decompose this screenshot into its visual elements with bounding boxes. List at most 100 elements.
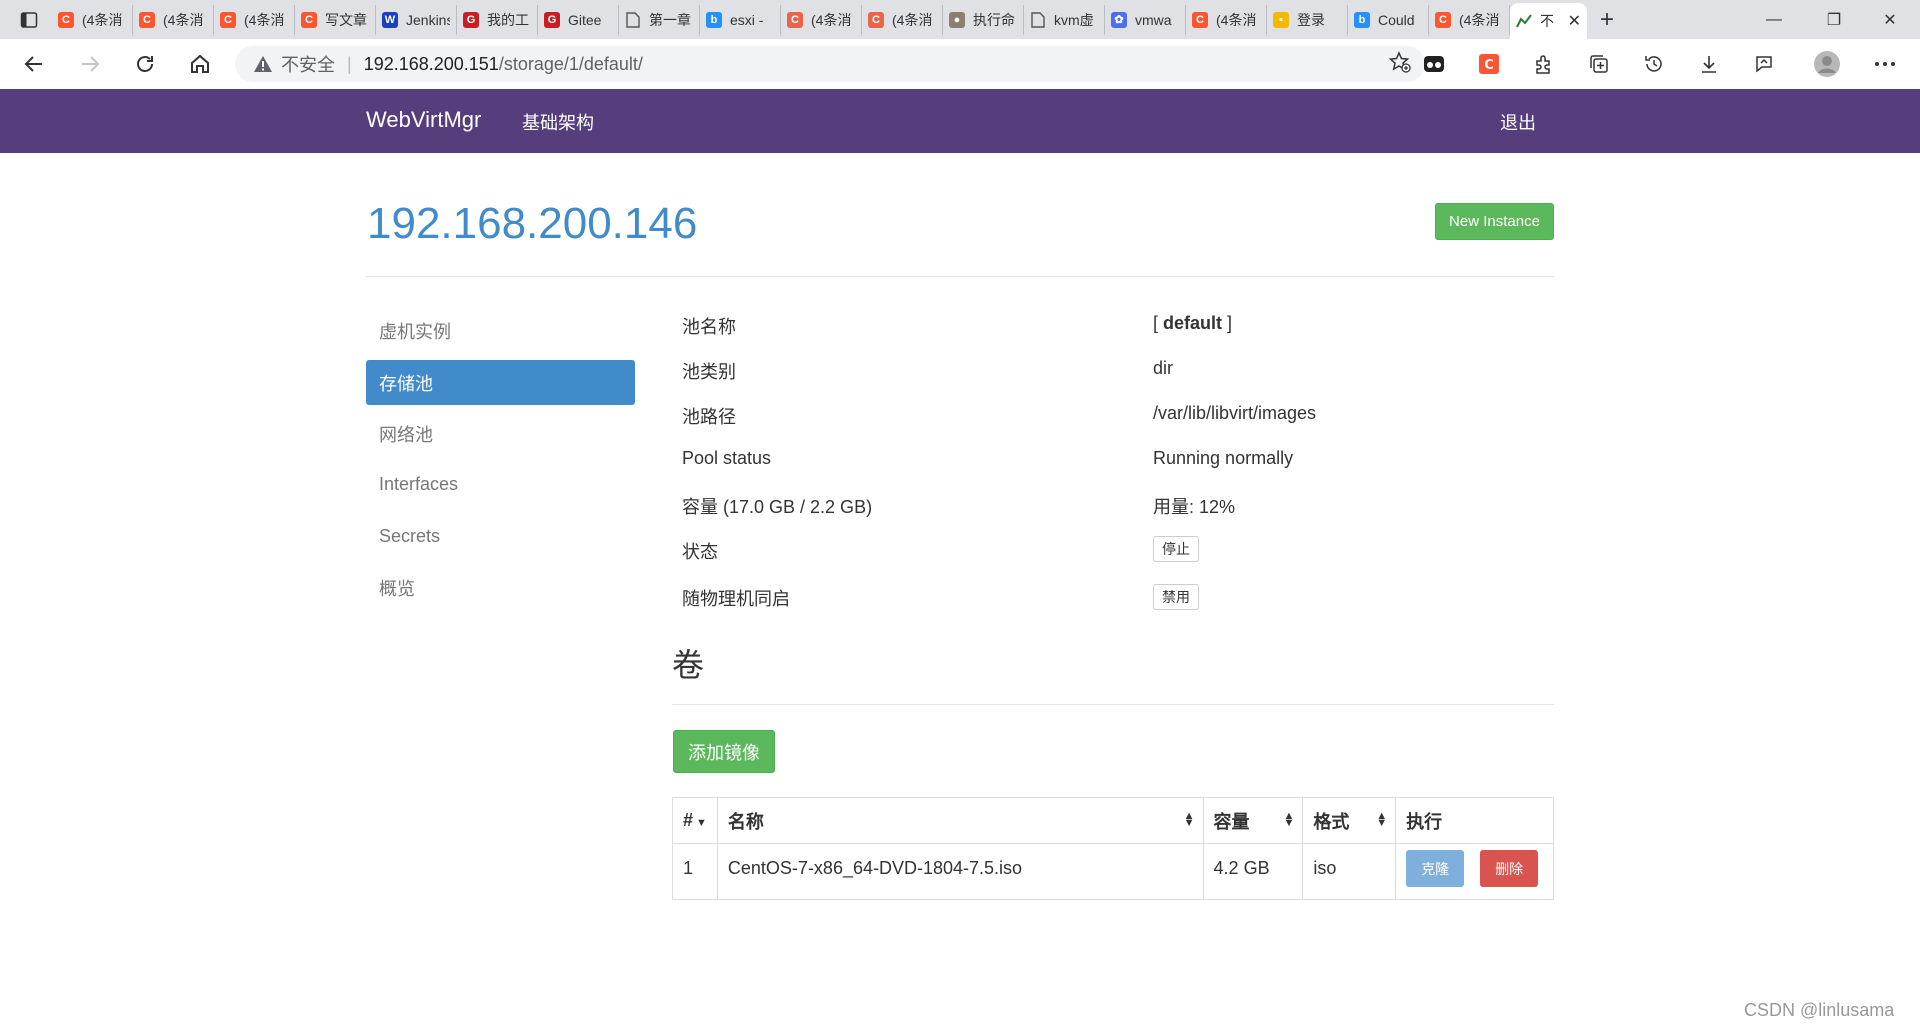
new-tab-button[interactable]: + [1587, 5, 1627, 35]
restore-icon[interactable]: ❐ [1806, 0, 1862, 39]
browser-tab[interactable]: C (4条消 [781, 4, 862, 35]
history-icon[interactable] [1641, 51, 1667, 77]
col-number-header[interactable]: # ▼ [672, 797, 718, 844]
browser-tab[interactable]: C (4条消 [133, 4, 214, 35]
bracket-open: [ [1153, 313, 1164, 333]
collections-icon[interactable] [1586, 51, 1612, 77]
puzzle-extensions-icon[interactable] [1531, 51, 1557, 77]
pool-name: default [1163, 313, 1223, 333]
address-bar[interactable]: 不安全 | 192.168.200.151/storage/1/default/ [235, 46, 1425, 82]
browser-tab[interactable]: G Gitee [538, 4, 619, 35]
tile-icon: ▪ [1273, 11, 1289, 28]
col-number-label: # [683, 810, 694, 830]
window-close-icon[interactable]: ✕ [1862, 0, 1918, 39]
volume-size: 4.2 GB [1202, 843, 1304, 900]
add-image-button[interactable]: 添加镜像 [673, 730, 775, 773]
browser-tab-label: (4条消 [892, 11, 933, 28]
profile-avatar-icon[interactable] [1814, 51, 1840, 77]
sidebar-item[interactable]: 概览 [366, 565, 635, 610]
col-name-header[interactable]: 名称 ▲ ▼ [716, 797, 1204, 844]
divider [672, 704, 1554, 705]
url-text[interactable]: 192.168.200.151/storage/1/default/ [364, 54, 643, 75]
browser-tab[interactable]: C (4条消 [1186, 4, 1267, 35]
browser-tab[interactable]: ● 执行命 [943, 4, 1024, 35]
back-icon[interactable] [18, 48, 50, 80]
insecure-label: 不安全 [281, 55, 335, 75]
browser-tab-label: (4条消 [811, 11, 852, 28]
browser-tab[interactable]: C 写文章 [295, 4, 376, 35]
divider [366, 276, 1554, 277]
bing-icon: b [706, 11, 722, 28]
more-menu-icon[interactable] [1872, 51, 1898, 77]
browser-tab[interactable]: ✿ vmwa [1105, 4, 1186, 35]
browser-tab-label: (4条消 [1216, 11, 1257, 28]
disable-autostart-button[interactable]: 禁用 [1153, 584, 1199, 610]
csdn-extension-icon[interactable]: C [1476, 51, 1502, 77]
browser-tab[interactable]: G 我的工 [457, 4, 538, 35]
pool-path-label: 池路径 [682, 407, 736, 427]
sort-icon: ▲ ▼ [1283, 810, 1295, 829]
downloads-icon[interactable] [1696, 51, 1722, 77]
browser-tab-label: Could [1378, 11, 1415, 28]
forward-icon[interactable] [74, 48, 106, 80]
browser-tab-label: 执行命 [973, 11, 1015, 28]
browser-tab-strip: C (4条消 C (4条消 C (4条消 C 写文章 W Jenkins G 我的工 G Gitee 第一章… [0, 0, 1920, 39]
close-tab-icon[interactable]: ✕ [1568, 11, 1581, 31]
csdn-icon: C [1435, 11, 1451, 28]
tab-actions-icon[interactable] [14, 5, 44, 35]
volumes-table: # ▼ 名称 ▲ ▼ 容量 ▲ ▼ 格式 ▲ ▼ 执行 1 CentOS-7-x86_64-D… [672, 797, 1554, 900]
browser-tab-label: Gitee [568, 11, 602, 28]
browser-tab[interactable]: C (4条消 [1429, 4, 1510, 35]
sidebar-item[interactable]: Secrets [366, 514, 635, 559]
browser-tab[interactable]: kvm虚 [1024, 4, 1105, 35]
browser-tab-label: Jenkins [406, 11, 450, 28]
browser-tab[interactable]: b Could [1348, 4, 1429, 35]
active-tab[interactable]: 不 ✕ [1510, 3, 1587, 39]
col-name-label: 名称 [727, 811, 764, 832]
col-format-header[interactable]: 格式 ▲ ▼ [1302, 797, 1397, 844]
brand-link[interactable]: WebVirtMgr [366, 107, 481, 133]
clone-button[interactable]: 克隆 [1406, 850, 1465, 887]
browser-tab[interactable]: b esxi - [700, 4, 781, 35]
browser-tab-label: kvm虚 [1054, 11, 1094, 28]
logout-link[interactable]: 退出 [1500, 109, 1536, 135]
sidebar-item[interactable]: 网络池 [366, 411, 635, 456]
nav-infrastructure-link[interactable]: 基础架构 [522, 109, 594, 135]
extension-icon[interactable] [1421, 51, 1447, 77]
csdn-icon: C [787, 11, 803, 28]
pool-usage-value: 用量: 12% [1153, 497, 1236, 517]
browser-tab[interactable]: 第一章 [619, 4, 700, 35]
svg-text:C: C [1484, 58, 1494, 73]
add-favorite-icon[interactable] [1388, 50, 1411, 78]
browser-tab[interactable]: ▪ 登录 [1267, 4, 1348, 35]
pool-capacity-label: 容量 (17.0 GB / 2.2 GB) [682, 497, 873, 517]
refresh-icon[interactable] [129, 48, 161, 80]
new-instance-button[interactable]: New Instance [1435, 203, 1554, 240]
page-title: 192.168.200.146 [367, 199, 698, 248]
pool-status-label: Pool status [682, 448, 772, 468]
browser-tab-label: 写文章 [325, 11, 367, 28]
delete-button[interactable]: 删除 [1480, 850, 1539, 887]
feedback-icon[interactable] [1751, 51, 1777, 77]
doc-icon [1030, 11, 1046, 28]
col-action-label: 执行 [1406, 811, 1443, 832]
minimize-icon[interactable]: — [1746, 0, 1802, 39]
warning-icon[interactable] [253, 54, 273, 74]
home-icon[interactable] [184, 48, 216, 80]
stop-pool-button[interactable]: 停止 [1153, 536, 1199, 562]
browser-tab[interactable]: C (4条消 [52, 4, 133, 35]
browser-tab-label: 登录 [1297, 11, 1325, 28]
col-size-header[interactable]: 容量 ▲ ▼ [1202, 797, 1304, 844]
browser-tab[interactable]: W Jenkins [376, 4, 457, 35]
pool-status-value: Running normally [1153, 448, 1294, 468]
browser-tab[interactable]: C (4条消 [862, 4, 943, 35]
chart-icon [1516, 13, 1532, 29]
csdn-icon: C [301, 11, 317, 28]
browser-tab[interactable]: C (4条消 [214, 4, 295, 35]
volumes-heading: 卷 [672, 647, 705, 683]
sidebar-item[interactable]: 虚机实例 [366, 308, 635, 353]
bracket-close: ] [1222, 313, 1233, 333]
sidebar-item[interactable]: 存储池 [366, 360, 635, 405]
browser-tab-label: esxi - [730, 11, 764, 28]
sidebar-item[interactable]: Interfaces [366, 462, 635, 507]
